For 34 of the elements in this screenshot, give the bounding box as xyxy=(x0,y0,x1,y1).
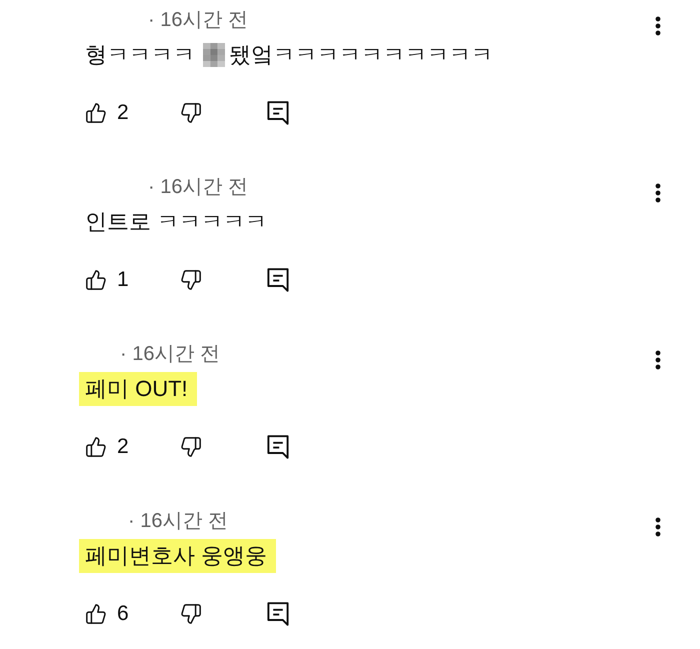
thumbs-up-icon xyxy=(85,102,107,124)
like-button[interactable]: 6 xyxy=(85,598,180,630)
thumbs-up-icon xyxy=(85,603,107,625)
comment-text: 인트로 ㅋㅋㅋㅋㅋ xyxy=(85,208,268,236)
comment-text: 형ㅋㅋㅋㅋ xyxy=(85,41,196,69)
more-options-button[interactable] xyxy=(653,183,663,205)
more-options-icon xyxy=(655,517,661,537)
more-options-button[interactable] xyxy=(653,350,663,372)
thumbs-up-icon xyxy=(85,269,107,291)
thumbs-down-icon xyxy=(180,269,202,291)
more-options-icon xyxy=(655,350,661,370)
reply-icon xyxy=(267,101,289,125)
thumbs-down-icon xyxy=(180,436,202,458)
comment-timestamp: · 16시간 전 xyxy=(120,342,220,367)
comment-text: 됐엌ㅋㅋㅋㅋㅋㅋㅋㅋㅋㅋ xyxy=(229,41,494,69)
comment-timestamp: · 16시간 전 xyxy=(128,509,228,534)
more-options-button[interactable] xyxy=(653,517,663,539)
thumbs-up-icon xyxy=(85,436,107,458)
thumbs-down-icon xyxy=(180,102,202,124)
like-button[interactable]: 1 xyxy=(85,264,180,296)
like-button[interactable]: 2 xyxy=(85,97,180,129)
comment-timestamp: · 16시간 전 xyxy=(148,8,248,33)
pixelated-patch-icon xyxy=(203,43,226,67)
more-options-icon xyxy=(655,183,661,203)
comment-timestamp: · 16시간 전 xyxy=(148,175,248,200)
thumbs-down-icon xyxy=(180,603,202,625)
more-options-icon xyxy=(655,16,661,36)
reply-icon xyxy=(267,602,289,626)
like-button[interactable]: 2 xyxy=(85,431,180,463)
comment-text: 페미 OUT! xyxy=(79,372,197,406)
comment-text: 페미변호사 웅앵웅 xyxy=(79,539,276,573)
reply-icon xyxy=(267,268,289,292)
more-options-button[interactable] xyxy=(653,16,663,38)
reply-icon xyxy=(267,435,289,459)
